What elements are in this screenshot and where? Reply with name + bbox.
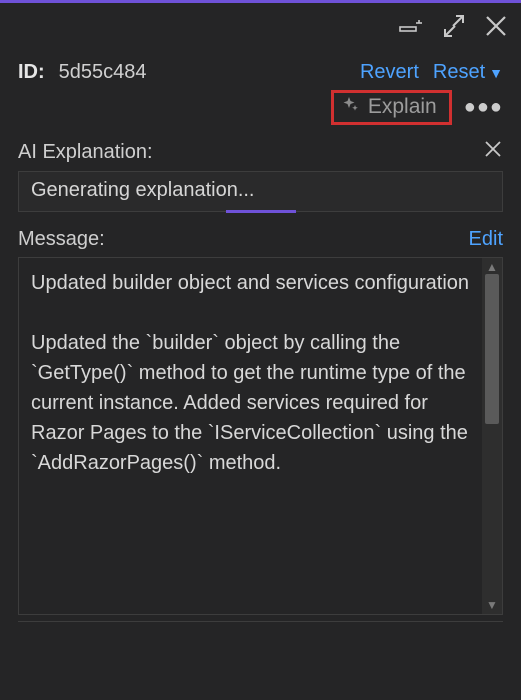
id-row: ID: 5d55c484 Revert Reset ▼	[18, 61, 503, 84]
explain-button[interactable]: Explain	[331, 90, 452, 125]
progress-indicator	[226, 210, 296, 213]
explain-row: Explain ●●●	[18, 90, 503, 125]
chevron-down-icon[interactable]: ▼	[489, 65, 503, 81]
divider	[18, 621, 503, 622]
message-title: Message:	[18, 228, 105, 251]
sparkle-icon	[342, 95, 360, 119]
reset-label[interactable]: Reset	[433, 61, 485, 84]
close-window-icon[interactable]	[483, 13, 509, 39]
id-value: 5d55c484	[59, 61, 147, 84]
revert-button[interactable]: Revert	[360, 61, 419, 84]
message-content: Updated builder object and services conf…	[19, 258, 482, 614]
ai-explanation-box: Generating explanation...	[18, 171, 503, 212]
scroll-track[interactable]	[482, 274, 502, 598]
reset-dropdown[interactable]: Reset ▼	[433, 61, 503, 84]
explain-label: Explain	[368, 95, 437, 119]
scroll-down-icon[interactable]: ▼	[486, 598, 498, 612]
edit-button[interactable]: Edit	[469, 228, 503, 251]
ai-explanation-status: Generating explanation...	[31, 179, 255, 201]
id-label: ID:	[18, 61, 45, 84]
scroll-up-icon[interactable]: ▲	[486, 260, 498, 274]
more-options-icon[interactable]: ●●●	[464, 96, 503, 119]
ai-explanation-title: AI Explanation:	[18, 141, 153, 164]
window-controls	[0, 3, 521, 43]
message-box: Updated builder object and services conf…	[18, 257, 503, 615]
autohide-icon[interactable]	[397, 17, 425, 35]
restore-down-icon[interactable]	[441, 13, 467, 39]
ai-explanation-header: AI Explanation:	[18, 139, 503, 165]
scrollbar[interactable]: ▲ ▼	[482, 258, 502, 614]
scroll-thumb[interactable]	[485, 274, 499, 424]
message-header: Message: Edit	[18, 228, 503, 251]
close-explanation-icon[interactable]	[483, 139, 503, 165]
